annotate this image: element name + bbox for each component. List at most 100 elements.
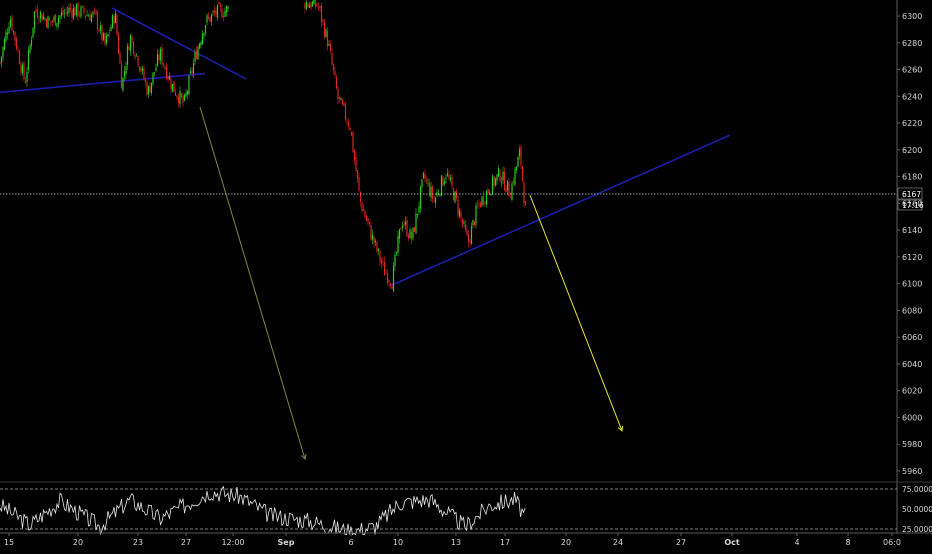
candle-body <box>215 10 217 15</box>
time-tick-label: 6 <box>348 538 353 547</box>
candlestick-chart[interactable]: 616717:16 630062806260624062206200618061… <box>0 0 932 550</box>
price-tick-label: 6160 <box>902 199 922 208</box>
candle-body <box>424 173 426 179</box>
time-tick-label: 20 <box>73 538 83 547</box>
candle-body <box>400 227 402 230</box>
candle-body <box>350 131 353 136</box>
candle-body <box>436 192 438 197</box>
candle-body <box>455 190 458 199</box>
time-tick-label: 12:00 <box>221 538 244 547</box>
candle-body <box>41 14 43 21</box>
candle-body <box>204 24 207 33</box>
price-axis[interactable]: 6300 6280 6260 6240 6220 6200 6180 6160 6140 6120… <box>896 0 932 534</box>
candle-body <box>370 225 372 240</box>
candle-body <box>460 212 462 218</box>
candle-body <box>131 37 133 41</box>
candle-body <box>95 10 97 15</box>
price-tick-label: 6280 <box>902 39 922 48</box>
candle-body <box>107 34 109 37</box>
candle-body <box>158 54 160 60</box>
time-axis[interactable]: 15 20 23 27 12:00 Sep 6 10 13 17 20 24 27 Oct 4 8 06:0 <box>0 532 932 547</box>
time-tick-label: 24 <box>613 538 623 547</box>
candle-body <box>323 22 326 38</box>
candle-body <box>479 202 482 208</box>
candle-body <box>320 5 323 23</box>
candle-body <box>113 15 115 24</box>
candle-body <box>416 213 419 215</box>
candle-body <box>36 9 39 18</box>
candle-body <box>63 13 66 14</box>
candle-body <box>481 196 483 206</box>
chart-window[interactable]: 6167 17:16 6300 6280 6260 6240 6220 6200 6180 61… <box>0 0 932 550</box>
candle-body <box>356 170 359 179</box>
candle-body <box>512 180 515 184</box>
time-tick-label: 10 <box>393 538 403 547</box>
candle-body <box>410 231 413 240</box>
trendlines[interactable] <box>0 7 731 286</box>
candle-body <box>514 168 516 185</box>
candle-body <box>505 188 507 192</box>
candle-body <box>87 15 90 17</box>
candle-body <box>5 31 7 42</box>
candle-body <box>218 2 220 5</box>
candle-body <box>427 182 429 184</box>
time-tick-label: 15 <box>4 538 14 547</box>
candle-body <box>165 66 168 79</box>
projection-arrow-line[interactable] <box>529 195 623 432</box>
candle-body <box>433 200 435 202</box>
candle-body <box>355 157 357 172</box>
candle-body <box>17 49 19 51</box>
trendline[interactable] <box>391 134 731 286</box>
candle-body <box>3 39 6 50</box>
candle-body <box>83 7 85 14</box>
price-tick-label: 6000 <box>902 413 922 422</box>
candle-body <box>425 180 428 182</box>
candle-body <box>442 177 444 186</box>
candle-body <box>182 95 184 103</box>
candle-body <box>122 77 124 91</box>
candle-body <box>134 55 136 58</box>
candle-body <box>506 180 509 191</box>
candle-body <box>308 5 311 8</box>
candle-body <box>128 46 130 50</box>
candle-body <box>344 104 347 120</box>
price-tick-label: 5960 <box>902 467 922 476</box>
candle-body <box>68 7 70 13</box>
price-tick-label: 6180 <box>902 173 922 182</box>
candle-body <box>192 63 195 75</box>
candle-body <box>377 248 380 251</box>
candle-body <box>454 191 456 203</box>
candle-body <box>153 72 156 73</box>
candle-body <box>484 202 486 204</box>
price-tick-label: 6240 <box>902 92 922 101</box>
projection-arrow-line[interactable] <box>199 106 306 460</box>
price-tick-label: 6260 <box>902 66 922 75</box>
candle-body <box>490 193 492 196</box>
candle-body <box>382 261 384 263</box>
candle-body <box>448 174 450 179</box>
projection-arrows[interactable] <box>199 106 624 460</box>
candle-body <box>180 93 183 98</box>
candle-body <box>9 19 12 27</box>
candle-body <box>164 67 166 69</box>
candle-body <box>168 76 171 80</box>
candle-body <box>475 205 477 225</box>
candle-body <box>494 178 497 186</box>
candle-body <box>515 166 518 170</box>
candle-body <box>161 47 163 65</box>
candle-body <box>203 33 205 36</box>
time-tick-label: 27 <box>181 538 191 547</box>
candle-body <box>313 0 315 4</box>
candle-body <box>314 0 317 7</box>
candle-body <box>403 223 405 226</box>
candle-body <box>491 176 494 194</box>
candle-body <box>39 11 42 19</box>
candle-body <box>421 179 423 188</box>
candle-body <box>75 3 78 16</box>
candle-body <box>304 3 306 9</box>
price-tick-label: 6140 <box>902 226 922 235</box>
candle-body <box>443 181 446 184</box>
candle-body <box>325 29 327 37</box>
candle-body <box>159 48 162 61</box>
candle-body <box>35 9 37 11</box>
